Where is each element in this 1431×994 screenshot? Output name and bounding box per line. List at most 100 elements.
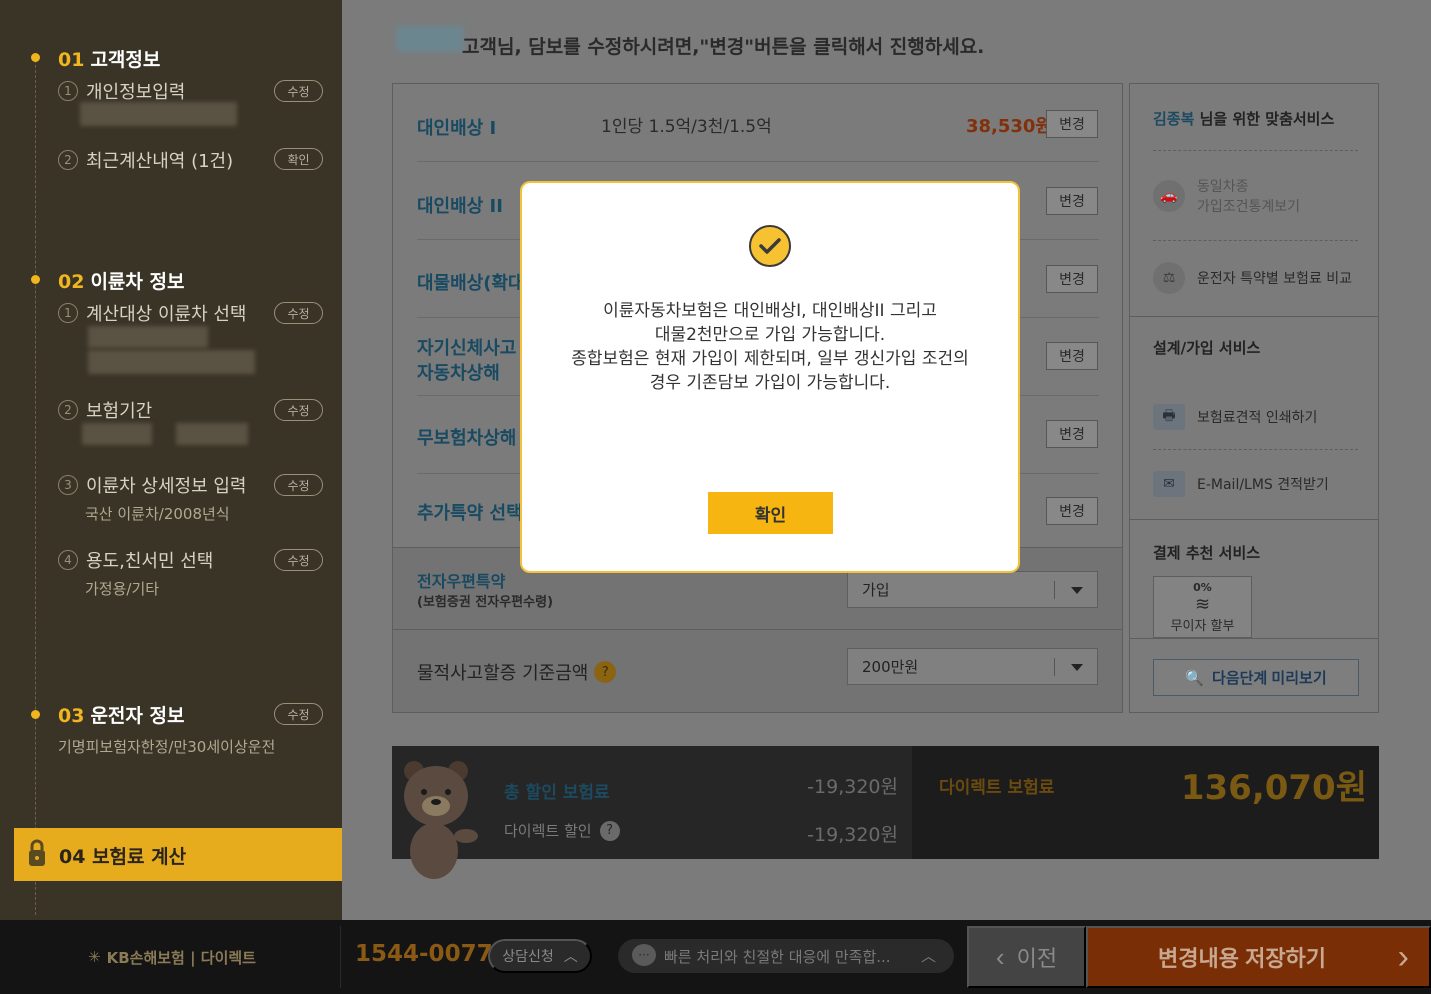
premium-area: 다이렉트 보험료 136,070원 <box>912 746 1379 859</box>
step-dot <box>31 275 40 284</box>
change-button[interactable]: 변경 <box>1046 420 1098 448</box>
driver-compare[interactable]: ⚖ 운전자 특약별 보험료 비교 <box>1153 262 1358 294</box>
step-1-item-personal: 1 개인정보입력 <box>58 78 185 104</box>
search-icon: 🔍 <box>1185 669 1205 687</box>
check-icon <box>749 225 791 267</box>
coverage-label: 대인배상 I <box>417 118 497 139</box>
direct-premium-label: 다이렉트 보험료 <box>939 778 1055 798</box>
consult-button[interactable]: 상담신청 ︿ <box>488 939 592 973</box>
coverage-desc: 1인당 1.5억/3천/1.5억 <box>601 117 772 137</box>
property-label: 물적사고할증 기준금액? <box>417 659 617 685</box>
chat-bubble-icon: ··· <box>632 944 656 966</box>
change-button[interactable]: 변경 <box>1046 187 1098 215</box>
footer-bar: ✳ KB손해보험 | 다이렉트 1544-0077 상담신청 ︿ ··· 빠른 처리… <box>0 920 1431 994</box>
chevron-down-icon <box>1071 664 1083 671</box>
progress-sidebar: 01 고객정보 1 개인정보입력 수정 2 최근계산내역 (1건) 확인 02 이륜차 … <box>0 0 342 920</box>
preview-next-button[interactable]: 🔍 다음단계 미리보기 <box>1153 659 1359 696</box>
step-2-item-usage: 4 용도,친서민 선택 <box>58 547 213 573</box>
bear-mascot-icon <box>404 761 478 879</box>
service-panel: 김종복 님을 위한 맞춤서비스 🚗 동일차종 가입조건통계보기 ⚖ 운전자 특약별 보… <box>1129 83 1379 713</box>
view-history-button[interactable]: 확인 <box>274 148 323 170</box>
divider <box>1130 519 1378 520</box>
direct-discount-label: 다이렉트 할인? <box>504 820 620 841</box>
change-button[interactable]: 변경 <box>1046 110 1098 138</box>
property-select[interactable]: 200만원 <box>847 648 1098 685</box>
change-button[interactable]: 변경 <box>1046 342 1098 370</box>
redacted-vehicle <box>88 326 208 348</box>
chat-ticker[interactable]: ··· 빠른 처리와 친절한 대응에 만족합... ︿ <box>618 939 954 973</box>
usage-summary: 가정용/기타 <box>85 580 160 598</box>
page-headline: 고객님, 담보를 수정하시려면,"변경"버튼을 클릭해서 진행하세요. <box>462 36 985 58</box>
divider <box>1130 638 1378 639</box>
discount-area: 총 할인 보험료 -19,320원 다이렉트 할인? -19,320원 <box>392 746 912 879</box>
confirm-button[interactable]: 확인 <box>708 492 833 534</box>
detail-summary: 국산 이륜차/2008년식 <box>85 505 230 523</box>
coverage-label: 자기신체사고 <box>417 338 517 359</box>
email-quote[interactable]: ✉ E-Mail/LMS 견적받기 <box>1153 471 1358 497</box>
section-design: 설계/가입 서비스 <box>1153 339 1261 357</box>
step-3-title: 03 운전자 정보 <box>58 705 185 727</box>
coverage-label: 추가특약 선택 <box>417 503 523 524</box>
notice-dialog: 이륜자동차보험은 대인배상I, 대인배상II 그리고 대물2천만으로 가입 가능… <box>520 181 1020 573</box>
coverage-price: 38,530원 <box>965 116 1052 137</box>
kb-logo: ✳ KB손해보험 | 다이렉트 <box>4 926 341 988</box>
coverage-label: 자동차상해 <box>417 363 500 384</box>
chevron-up-icon: ︿ <box>563 948 578 964</box>
help-icon[interactable]: ? <box>594 661 617 683</box>
edit-personal-button[interactable]: 수정 <box>274 80 323 102</box>
dialog-message: 이륜자동차보험은 대인배상I, 대인배상II 그리고 대물2천만으로 가입 가능… <box>571 301 969 393</box>
edit-period-button[interactable]: 수정 <box>274 399 323 421</box>
ecert-select[interactable]: 가입 <box>847 571 1098 608</box>
edit-detail-button[interactable]: 수정 <box>274 474 323 496</box>
divider <box>393 629 1122 630</box>
card-stack-icon: ≋ <box>1194 593 1211 615</box>
coverage-label: 무보험차상해 <box>417 428 517 449</box>
phone-number[interactable]: 1544-0077 <box>355 941 493 967</box>
same-model-stats[interactable]: 🚗 동일차종 가입조건통계보기 <box>1153 176 1358 216</box>
lock-icon <box>29 839 45 866</box>
step-2-item-vehicle: 1 계산대상 이륜차 선택 <box>58 300 246 326</box>
mail-icon: ✉ <box>1153 471 1185 497</box>
installment-card[interactable]: 0% ≋ 무이자 할부 <box>1153 576 1252 638</box>
change-button[interactable]: 변경 <box>1046 497 1098 525</box>
direct-discount-value: -19,320원 <box>807 824 898 846</box>
step-dot <box>31 53 40 62</box>
printer-icon: 🖶 <box>1153 404 1185 430</box>
kb-star-icon: ✳ <box>88 948 101 966</box>
step-4-active: 04 보험료 계산 <box>14 828 342 881</box>
save-changes-button[interactable]: 변경내용 저장하기 › <box>1086 926 1431 988</box>
divider <box>1153 240 1358 241</box>
step-2-title: 02 이륜차 정보 <box>58 271 185 293</box>
print-quote[interactable]: 🖶 보험료견적 인쇄하기 <box>1153 404 1358 430</box>
progress-line <box>35 55 36 915</box>
edit-driver-button[interactable]: 수정 <box>274 703 323 725</box>
help-icon[interactable]: ? <box>599 820 620 841</box>
redacted-personal <box>80 102 237 126</box>
redacted-period <box>82 423 152 445</box>
total-discount-value: -19,320원 <box>807 776 898 798</box>
redacted-customer-name <box>396 26 464 52</box>
service-title: 김종복 님을 위한 맞춤서비스 <box>1153 110 1335 128</box>
car-icon: 🚗 <box>1153 180 1185 212</box>
redacted-period <box>176 423 248 445</box>
coverage-label: 대물배상(확대 <box>417 273 525 294</box>
edit-usage-button[interactable]: 수정 <box>274 549 323 571</box>
step-dot <box>31 710 40 719</box>
divider <box>1130 316 1378 317</box>
step-4-title: 04 보험료 계산 <box>59 846 187 868</box>
installment-icon: 0% <box>1193 580 1212 594</box>
chevron-right-icon: › <box>1397 937 1409 976</box>
step-1-item-history: 2 최근계산내역 (1건) <box>58 147 233 173</box>
ecert-label: 전자우편특약 <box>417 572 506 591</box>
change-button[interactable]: 변경 <box>1046 265 1098 293</box>
premium-summary: 총 할인 보험료 -19,320원 다이렉트 할인? -19,320원 다이렉트… <box>392 746 1379 879</box>
compare-icon: ⚖ <box>1153 262 1185 294</box>
chevron-left-icon: ‹ <box>995 941 1005 972</box>
ecert-sublabel: (보험증권 전자우편수령) <box>417 595 554 610</box>
edit-vehicle-button[interactable]: 수정 <box>274 302 323 324</box>
chevron-up-icon: ︿ <box>920 947 936 965</box>
coverage-label: 대인배상 II <box>417 196 503 217</box>
chevron-down-icon <box>1071 587 1083 594</box>
prev-button[interactable]: ‹ 이전 <box>967 926 1086 988</box>
step-2-item-detail: 3 이륜차 상세정보 입력 <box>58 472 246 498</box>
